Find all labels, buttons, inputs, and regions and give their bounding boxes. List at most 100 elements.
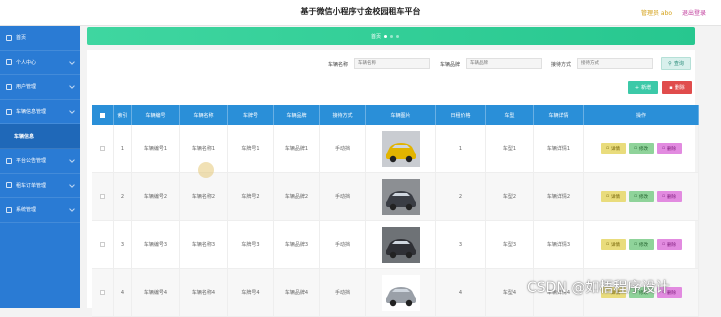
- car-icon: [6, 108, 12, 115]
- sidebar-item-label: 平台公告管理: [16, 158, 47, 165]
- sidebar-item[interactable]: 车辆信息: [0, 124, 80, 149]
- column-header: 车牌号: [228, 105, 274, 125]
- add-button[interactable]: + 新增: [628, 81, 658, 94]
- add-button-label: 新增: [641, 85, 652, 91]
- car-image[interactable]: [381, 178, 420, 215]
- sidebar-item[interactable]: 平台公告管理: [0, 149, 80, 174]
- edit-button-label: 修改: [639, 194, 649, 200]
- sidebar-item-label: 个人中心: [16, 59, 37, 66]
- cell-price: 4: [436, 269, 486, 316]
- admin-user-label[interactable]: 管理员 abo: [641, 8, 672, 17]
- edit-button[interactable]: ▫ 修改: [628, 191, 654, 202]
- delete-button[interactable]: ▫ 删除: [656, 239, 682, 250]
- car-image-cell: [366, 173, 436, 220]
- logout-link[interactable]: 退出登录: [682, 8, 706, 17]
- row-checkbox[interactable]: [100, 290, 105, 295]
- breadcrumb-home[interactable]: 首页: [371, 33, 381, 40]
- edit-button[interactable]: ▫ 修改: [628, 239, 654, 250]
- row-select-cell: [92, 125, 114, 172]
- batch-delete-button[interactable]: ▪ 删除: [662, 81, 692, 94]
- detail-button[interactable]: ▫ 详情: [600, 143, 626, 154]
- search-icon: ⚲: [668, 60, 672, 67]
- cell-plate: 车牌号3: [228, 221, 274, 268]
- trash-icon: ▪: [669, 84, 673, 91]
- pencil-icon: ▫: [633, 194, 638, 199]
- cell-brand: 车辆品牌2: [274, 173, 320, 220]
- edit-button-label: 修改: [639, 242, 649, 248]
- sidebar-item[interactable]: 租车订单管理: [0, 174, 80, 199]
- sidebar-item[interactable]: 用户管理: [0, 75, 80, 100]
- breadcrumb: 首页: [371, 33, 400, 40]
- column-header: 车辆图片: [366, 105, 436, 125]
- order-icon: [6, 182, 12, 189]
- table-row[interactable]: 1 车辆编号1 车辆名称1 车牌号1 车辆品牌1 手动挡 1 车型1 车辆详情1 ▫ 详情 ▫ 修改 ▫ 删…: [92, 125, 699, 173]
- delete-button[interactable]: ▫ 删除: [656, 191, 682, 202]
- table-header: 索引 车辆编号 车辆名称 车牌号 车辆品牌 接待方式 车辆图片 日租价格 车型 车辆详情 操作: [92, 105, 699, 125]
- dot-icon: [390, 35, 394, 38]
- table-row[interactable]: 2 车辆编号2 车辆名称2 车牌号2 车辆品牌2 手动挡 2 车型2 车辆详情2 ▫ 详情 ▫ 修改 ▫ 删…: [92, 173, 699, 221]
- cell-mode: 手动挡: [320, 125, 366, 172]
- chevron-down-icon: [69, 157, 75, 163]
- row-checkbox[interactable]: [100, 242, 105, 247]
- reception-mode-input[interactable]: [577, 58, 653, 69]
- car-image[interactable]: [381, 226, 420, 263]
- cell-code: 车辆编号2: [132, 173, 180, 220]
- car-image[interactable]: [381, 274, 420, 311]
- sidebar-item[interactable]: 首页: [0, 26, 80, 51]
- sidebar-item[interactable]: 个人中心: [0, 51, 80, 76]
- cell-index: 2: [114, 173, 132, 220]
- cell-type: 车型1: [486, 125, 534, 172]
- detail-button[interactable]: ▫ 详情: [600, 191, 626, 202]
- sidebar-item-label: 用户管理: [16, 84, 37, 91]
- column-header: 车辆编号: [132, 105, 180, 125]
- cell-price: 3: [436, 221, 486, 268]
- select-all-checkbox[interactable]: [100, 112, 105, 118]
- cell-brand: 车辆品牌1: [274, 125, 320, 172]
- edit-button[interactable]: ▫ 修改: [628, 143, 654, 154]
- cell-index: 1: [114, 125, 132, 172]
- vehicle-name-input[interactable]: [354, 58, 430, 69]
- column-header: 接待方式: [320, 105, 366, 125]
- cell-code: 车辆编号4: [132, 269, 180, 316]
- detail-button-label: 详情: [611, 242, 621, 248]
- cell-mode: 手动挡: [320, 173, 366, 220]
- cell-detail: 车辆详情1: [534, 125, 584, 172]
- brand-label: 车辆品牌: [440, 62, 461, 68]
- column-header: 索引: [114, 105, 132, 125]
- cell-detail: 车辆详情2: [534, 173, 584, 220]
- delete-button[interactable]: ▫ 删除: [656, 143, 682, 154]
- cell-plate: 车牌号1: [228, 125, 274, 172]
- cell-price: 2: [436, 173, 486, 220]
- detail-button[interactable]: ▫ 详情: [600, 239, 626, 250]
- delete-button-label: 删除: [667, 146, 677, 152]
- row-checkbox[interactable]: [100, 146, 105, 151]
- row-actions: ▫ 详情 ▫ 修改 ▫ 删除: [584, 173, 699, 220]
- query-button-label: 查询: [673, 61, 684, 67]
- table-row[interactable]: 3 车辆编号3 车辆名称3 车牌号3 车辆品牌3 手动挡 3 车型3 车辆详情3 ▫ 详情 ▫ 修改 ▫ 删…: [92, 221, 699, 269]
- column-header: 车辆名称: [180, 105, 228, 125]
- row-checkbox[interactable]: [100, 194, 105, 199]
- row-select-cell: [92, 173, 114, 220]
- sidebar-item[interactable]: 系统管理: [0, 198, 80, 223]
- dot-icon: [384, 35, 388, 38]
- trash-icon: ▫: [661, 242, 666, 247]
- info-icon: ▫: [605, 194, 610, 199]
- sidebar-item-label: 首页: [16, 35, 27, 42]
- column-header: 车辆品牌: [274, 105, 320, 125]
- vehicle-brand-input[interactable]: [466, 58, 542, 69]
- home-icon: [6, 34, 12, 41]
- dot-icon: [396, 35, 400, 38]
- sidebar-item[interactable]: 车辆信息管理: [0, 100, 80, 125]
- detail-button-label: 详情: [611, 194, 621, 200]
- row-actions: ▫ 详情 ▫ 修改 ▫ 删除: [584, 125, 699, 172]
- trash-icon: ▫: [661, 194, 666, 199]
- top-bar: 基于微信小程序寸金校园租车平台 管理员 abo 退出登录: [0, 0, 721, 26]
- cell-mode: 手动挡: [320, 269, 366, 316]
- cell-index: 4: [114, 269, 132, 316]
- chevron-down-icon: [69, 83, 75, 90]
- delete-button-label: 删除: [667, 242, 677, 248]
- query-button[interactable]: ⚲ 查询: [661, 57, 691, 70]
- row-actions: ▫ 详情 ▫ 修改 ▫ 删除: [584, 221, 699, 268]
- sidebar-item-label: 租车订单管理: [16, 182, 47, 189]
- car-image[interactable]: [381, 130, 420, 167]
